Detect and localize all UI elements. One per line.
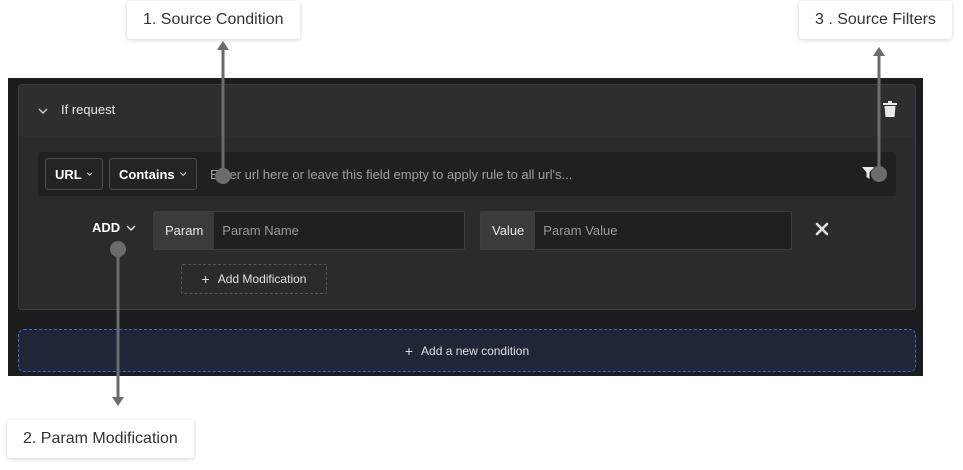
chevron-down-icon [126,225,136,231]
chevron-down-icon [86,172,93,176]
source-operator-label: Contains [119,166,175,182]
modification-action-label: ADD [92,220,121,235]
card-title: If request [61,102,116,117]
close-icon[interactable] [815,222,829,236]
callout-param-modification: 2. Param Modification [7,420,194,458]
source-field-label: URL [55,166,82,182]
modification-action-dropdown[interactable]: ADD [92,220,137,235]
param-value-group: Value [480,211,792,250]
chevron-down-icon[interactable] [37,105,49,117]
param-value-input[interactable] [535,212,791,249]
param-label: Param [154,212,215,249]
source-field-dropdown[interactable]: URL [45,158,103,190]
add-modification-label: Add Modification [217,272,307,286]
source-url-input[interactable] [210,160,830,188]
plus-icon: + [404,342,414,359]
rule-card: If request [18,84,916,310]
trash-icon[interactable] [883,101,897,117]
add-modification-button[interactable]: + Add Modification [181,264,327,294]
callout-source-filters: 3 . Source Filters [799,1,952,39]
source-operator-dropdown[interactable]: Contains [109,158,197,190]
add-condition-label: Add a new condition [421,343,530,358]
add-condition-button[interactable]: + Add a new condition [18,329,916,372]
filter-icon[interactable] [862,167,874,179]
value-label: Value [481,212,536,249]
callout-source-condition: 1. Source Condition [127,1,300,39]
plus-icon: + [201,271,210,287]
param-name-input[interactable] [214,212,464,249]
card-header[interactable]: If request [19,85,915,137]
param-name-group: Param [153,211,465,250]
chevron-down-icon [179,172,186,177]
